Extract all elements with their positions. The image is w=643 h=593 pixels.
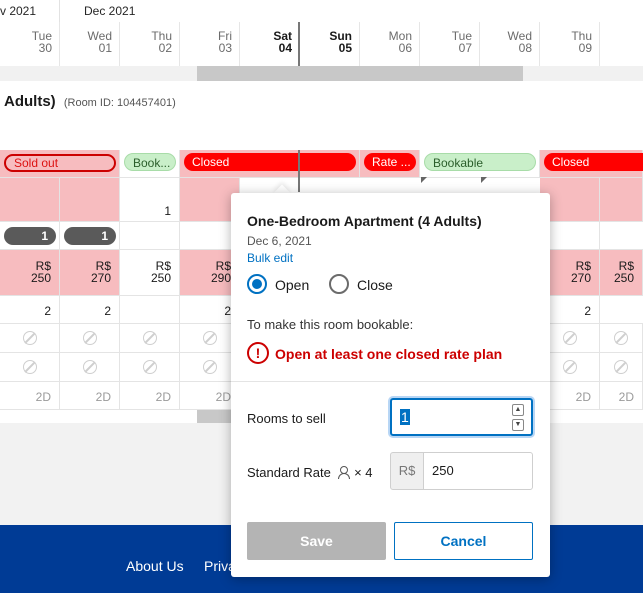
popover-date: Dec 6, 2021 (247, 234, 312, 248)
not-allowed-icon (142, 360, 157, 374)
count-value: 2 (584, 304, 591, 318)
rooms-count: 1 (164, 204, 171, 218)
day-header[interactable]: Mon 06 (360, 30, 420, 54)
day-header[interactable]: Tue 30 (0, 30, 60, 54)
day-date: 01 (98, 41, 112, 55)
not-allowed-icon (202, 331, 217, 345)
booked-count-badge: 1 (4, 227, 56, 245)
count-value: 2 (44, 304, 51, 318)
close-radio-label[interactable]: Close (357, 277, 393, 293)
day-header[interactable]: Tue 07 (420, 30, 480, 54)
min-stay-value: 2D (215, 390, 231, 404)
not-allowed-icon (562, 331, 577, 345)
occupancy-count: × 4 (354, 465, 373, 480)
booked-count-badge: 1 (64, 227, 116, 245)
stepper-up-icon[interactable]: ▲ (512, 404, 524, 416)
not-allowed-icon (82, 360, 97, 374)
bookable-hint: To make this room bookable: (247, 317, 414, 332)
day-date: 03 (218, 41, 232, 55)
warning-message: Open at least one closed rate plan (275, 346, 503, 362)
not-allowed-icon (614, 360, 628, 374)
not-allowed-icon (82, 331, 97, 345)
status-closed-2[interactable]: Closed (544, 153, 643, 171)
status-closed[interactable]: Closed (184, 153, 356, 171)
day-date: 09 (578, 41, 592, 55)
day-header[interactable]: Fri 03 (180, 30, 240, 54)
not-allowed-icon (142, 331, 157, 345)
day-header[interactable]: Sat 04 (240, 30, 300, 54)
day-header[interactable]: Sun 05 (300, 30, 360, 54)
day-date: 07 (458, 41, 472, 55)
rate-value: 270 (90, 271, 111, 285)
day-header[interactable]: Thu 02 (120, 30, 180, 54)
rate-value: 250 (613, 271, 634, 285)
open-radio[interactable] (247, 274, 267, 294)
not-allowed-icon (562, 360, 577, 374)
status-row: Sold out Book... Closed Rate ... Bookabl… (0, 150, 643, 178)
standard-rate-input[interactable]: 250 (423, 452, 533, 490)
min-stay-value: 2D (95, 390, 111, 404)
rate-currency-prefix: R$ (390, 452, 424, 490)
count-value: 2 (104, 304, 111, 318)
status-sold-out[interactable]: Sold out (4, 154, 116, 172)
not-allowed-icon (22, 360, 37, 374)
day-date: 06 (398, 41, 412, 55)
rooms-to-sell-input[interactable]: 1 ▲ ▼ (390, 398, 533, 436)
day-header[interactable]: Thu 09 (540, 30, 600, 54)
day-date: 04 (278, 41, 292, 55)
day-date: 02 (158, 41, 172, 55)
status-bookable[interactable]: Bookable (424, 153, 536, 171)
day-header[interactable]: Wed 08 (480, 30, 540, 54)
not-allowed-icon (202, 360, 217, 374)
room-id: (Room ID: 104457401) (63, 97, 176, 109)
bulk-edit-link[interactable]: Bulk edit (247, 251, 293, 265)
day-date: 05 (338, 41, 352, 55)
day-header[interactable]: F1 (600, 30, 643, 54)
day-date: 08 (518, 41, 532, 55)
month-label-nov: v 2021 (0, 4, 37, 18)
horizontal-scrollbar-thumb[interactable] (197, 66, 523, 81)
footer-link-about[interactable]: About Us (126, 558, 184, 574)
rooms-to-sell-value: 1 (400, 409, 410, 425)
close-radio[interactable] (329, 274, 349, 294)
save-button[interactable]: Save (247, 522, 386, 560)
rate-value: 250 (30, 271, 51, 285)
month-label-dec: Dec 2021 (84, 4, 136, 18)
day-of-week: F (600, 30, 643, 42)
person-icon (338, 466, 351, 479)
popover-divider (231, 381, 550, 382)
day-header[interactable]: Wed 01 (60, 30, 120, 54)
min-stay-value: 2D (618, 390, 634, 404)
standard-rate-text: Standard Rate (247, 465, 331, 480)
rooms-to-sell-label: Rooms to sell (247, 411, 326, 426)
rate-value: 290 (210, 271, 231, 285)
room-edit-popover: One-Bedroom Apartment (4 Adults) Dec 6, … (231, 193, 550, 577)
status-bookable-short[interactable]: Book... (124, 153, 176, 171)
day-date: 1 (600, 42, 643, 54)
room-title: Adults) (Room ID: 104457401) (4, 93, 176, 110)
warning-icon: ! (247, 342, 269, 364)
popover-title: One-Bedroom Apartment (4 Adults) (247, 213, 482, 229)
open-radio-label[interactable]: Open (275, 277, 309, 293)
count-value: 2 (224, 304, 231, 318)
room-name: Adults) (4, 93, 56, 110)
min-stay-value: 2D (35, 390, 51, 404)
min-stay-value: 2D (575, 390, 591, 404)
rate-value: 270 (570, 271, 591, 285)
rate-value: 250 (150, 271, 171, 285)
stepper-down-icon[interactable]: ▼ (512, 419, 524, 431)
rooms-stepper[interactable]: ▲ ▼ (512, 404, 524, 432)
status-rate-short[interactable]: Rate ... (364, 153, 416, 171)
standard-rate-label: Standard Rate × 4 (247, 465, 373, 480)
min-stay-value: 2D (155, 390, 171, 404)
cancel-button[interactable]: Cancel (394, 522, 533, 560)
today-marker (298, 22, 300, 66)
not-allowed-icon (22, 331, 37, 345)
not-allowed-icon (614, 331, 628, 345)
day-date: 30 (38, 41, 52, 55)
